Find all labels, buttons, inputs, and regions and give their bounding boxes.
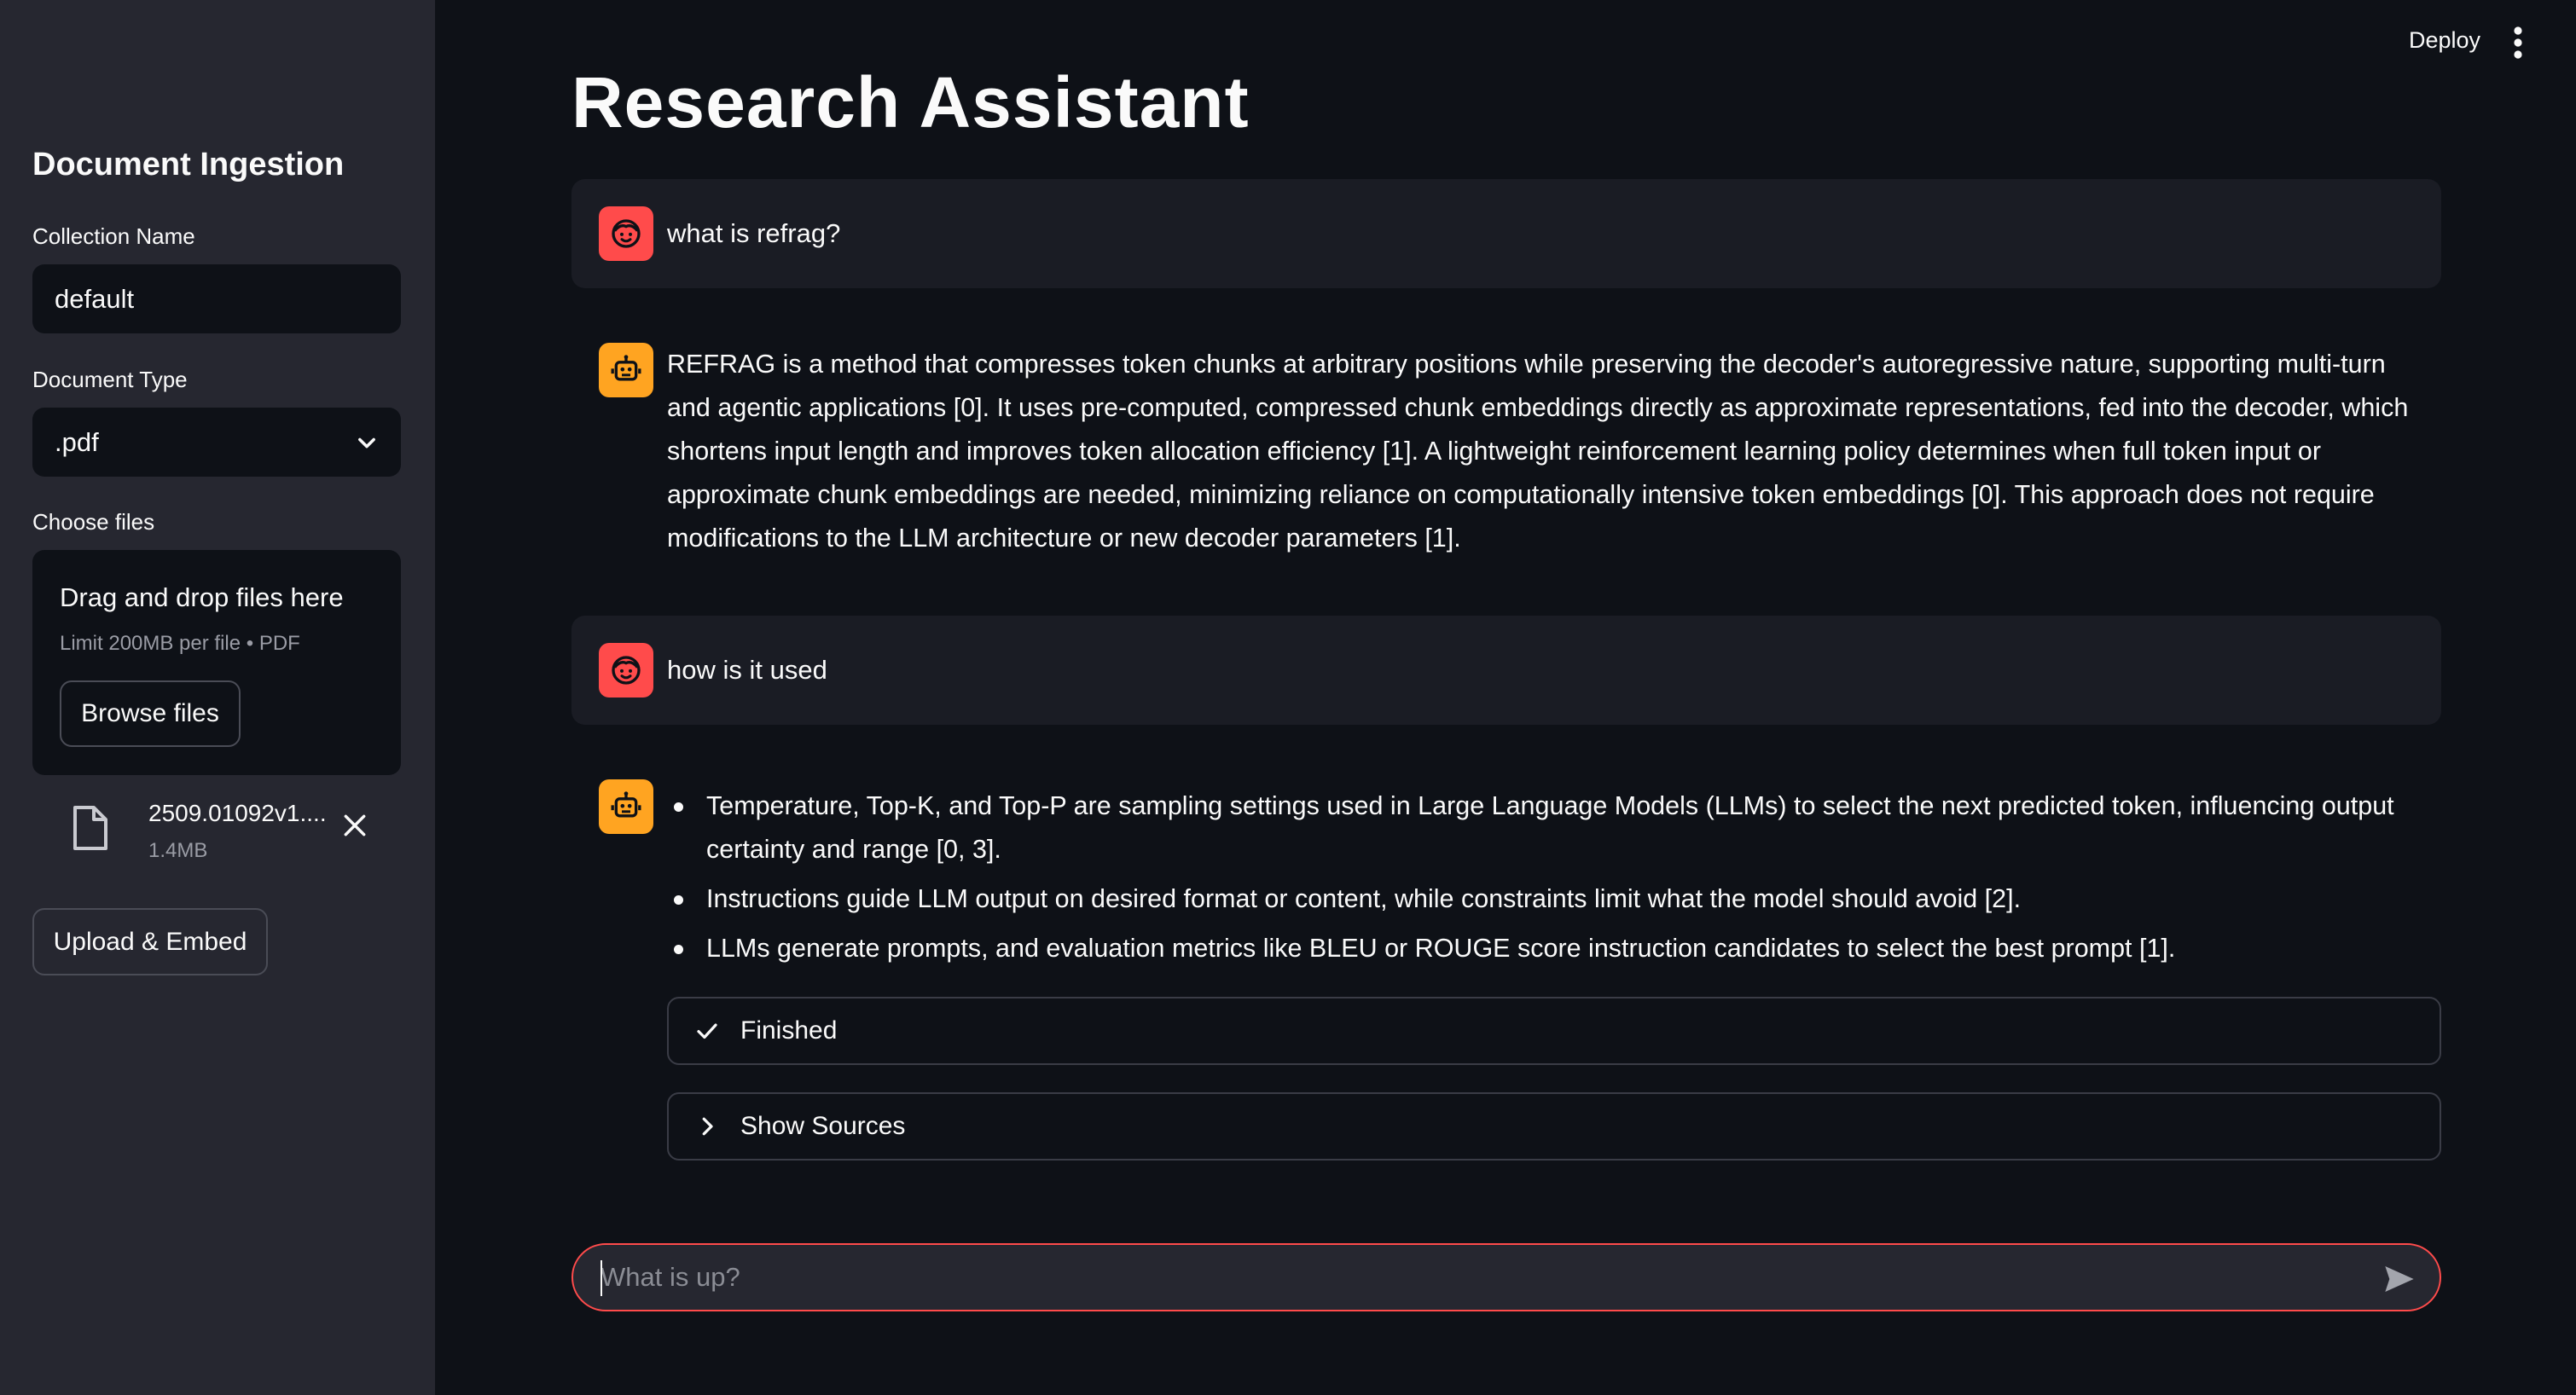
sidebar: Document Ingestion Collection Name defau… <box>0 0 435 1395</box>
page-title-area: Research Assistant <box>563 0 1331 147</box>
check-icon <box>697 1023 717 1039</box>
sidebar-title: Document Ingestion <box>32 147 345 182</box>
close-icon[interactable] <box>341 812 368 839</box>
file-icon <box>73 806 107 850</box>
smile-face-icon <box>612 656 641 685</box>
browse-files-button[interactable]: Browse files <box>60 680 241 747</box>
document-type-select[interactable]: .pdf <box>32 408 401 477</box>
user-message-text: what is refrag? <box>667 218 841 248</box>
assistant-avatar <box>599 779 653 834</box>
choose-files-label: Choose files <box>32 509 155 535</box>
chat-input-container <box>571 1243 2441 1311</box>
page-title: Research Assistant <box>571 62 1250 142</box>
list-item: Temperature, Top-K, and Top-P are sampli… <box>667 784 2441 871</box>
dropzone-title: Drag and drop files here <box>60 582 344 612</box>
assistant-avatar <box>599 343 653 397</box>
document-type-label: Document Type <box>32 367 188 392</box>
show-sources-label: Show Sources <box>740 1112 906 1140</box>
user-avatar <box>599 206 653 261</box>
user-avatar <box>599 643 653 698</box>
robot-icon <box>611 355 641 381</box>
list-item: Instructions guide LLM output on desired… <box>667 877 2441 921</box>
status-label: Finished <box>740 1016 838 1045</box>
deploy-button[interactable]: Deploy <box>2409 27 2480 54</box>
chevron-down-icon <box>358 437 375 448</box>
text-caret <box>600 1260 602 1296</box>
chat-input[interactable] <box>600 1262 2306 1293</box>
uploaded-file: 2509.01092v1.... 1.4MB <box>32 783 401 868</box>
collection-name-input[interactable]: default <box>32 264 401 333</box>
robot-icon <box>611 791 641 818</box>
upload-embed-button[interactable]: Upload & Embed <box>32 908 268 975</box>
chevron-right-icon <box>702 1117 713 1136</box>
smile-face-icon <box>612 219 641 248</box>
dropzone-limit: Limit 200MB per file • PDF <box>60 632 300 655</box>
file-name: 2509.01092v1.... <box>148 800 327 826</box>
status-expander[interactable]: Finished <box>667 997 2441 1065</box>
kebab-menu-icon[interactable] <box>2513 26 2523 60</box>
collection-name-label: Collection Name <box>32 223 195 249</box>
file-size: 1.4MB <box>148 839 208 862</box>
user-message-text: how is it used <box>667 655 827 685</box>
list-item: LLMs generate prompts, and evaluation me… <box>667 927 2441 970</box>
chat-message-user: what is refrag? <box>571 179 2441 288</box>
chat-message-user: how is it used <box>571 616 2441 725</box>
assistant-message-text: REFRAG is a method that compresses token… <box>667 350 2409 553</box>
file-dropzone[interactable]: Drag and drop files here Limit 200MB per… <box>32 550 401 775</box>
assistant-bullet-list: Temperature, Top-K, and Top-P are sampli… <box>667 784 2441 976</box>
send-icon[interactable] <box>2382 1262 2417 1296</box>
show-sources-expander[interactable]: Show Sources <box>667 1092 2441 1161</box>
document-type-value: .pdf <box>55 426 99 457</box>
